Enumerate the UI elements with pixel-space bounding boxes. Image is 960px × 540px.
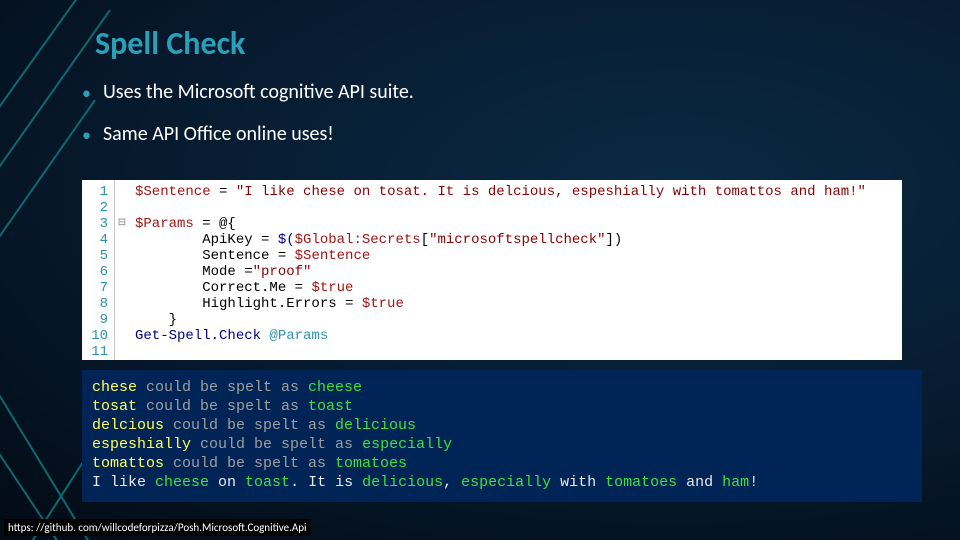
line-number-gutter: 1234567891011 (82, 180, 115, 360)
line-number: 6 (86, 264, 108, 280)
console-line: chese could be spelt as cheese (92, 378, 912, 397)
fold-marker (115, 232, 129, 248)
line-number: 5 (86, 248, 108, 264)
code-line (135, 344, 866, 360)
console-line: tomattos could be spelt as tomatoes (92, 454, 912, 473)
line-number: 10 (86, 328, 108, 344)
fold-marker (115, 280, 129, 296)
fold-marker (115, 296, 129, 312)
line-number: 3 (86, 216, 108, 232)
code-line: $Sentence = "I like chese on tosat. It i… (135, 184, 866, 200)
code-line: Mode ="proof" (135, 264, 866, 280)
code-line (135, 200, 866, 216)
bullet-icon: • (82, 124, 91, 146)
fold-marker (115, 184, 129, 200)
line-number: 7 (86, 280, 108, 296)
fold-marker (115, 328, 129, 344)
footer-link: https: //github. com/willcodeforpizza/Po… (4, 519, 311, 536)
bullet-list: • Uses the Microsoft cognitive API suite… (82, 80, 414, 164)
fold-gutter: ⊟ (115, 180, 129, 360)
line-number: 8 (86, 296, 108, 312)
fold-marker (115, 264, 129, 280)
bullet-text: Uses the Microsoft cognitive API suite. (103, 80, 414, 104)
code-line: Correct.Me = $true (135, 280, 866, 296)
fold-marker: ⊟ (115, 216, 129, 232)
code-line: Get-Spell.Check @Params (135, 328, 866, 344)
line-number: 11 (86, 344, 108, 360)
console-line: tosat could be spelt as toast (92, 397, 912, 416)
bullet-text: Same API Office online uses! (103, 122, 334, 146)
code-line: $Params = @{ (135, 216, 866, 232)
bullet-icon: • (82, 82, 91, 104)
line-number: 2 (86, 200, 108, 216)
code-line: Highlight.Errors = $true (135, 296, 866, 312)
code-editor: 1234567891011 ⊟ $Sentence = "I like ches… (82, 180, 902, 360)
slide: Spell Check • Uses the Microsoft cogniti… (0, 0, 960, 540)
console-line: espeshially could be spelt as especially (92, 435, 912, 454)
console-line: I like cheese on toast. It is delicious,… (92, 473, 912, 492)
fold-marker (115, 312, 129, 328)
console-line: delcious could be spelt as delicious (92, 416, 912, 435)
line-number: 1 (86, 184, 108, 200)
code-line: Sentence = $Sentence (135, 248, 866, 264)
console-output: chese could be spelt as cheesetosat coul… (82, 370, 922, 502)
fold-marker (115, 344, 129, 360)
bullet-item: • Same API Office online uses! (82, 122, 414, 146)
slide-title: Spell Check (95, 24, 245, 63)
fold-marker (115, 248, 129, 264)
bullet-item: • Uses the Microsoft cognitive API suite… (82, 80, 414, 104)
code-line: ApiKey = $($Global:Secrets["microsoftspe… (135, 232, 866, 248)
code-content: $Sentence = "I like chese on tosat. It i… (129, 180, 872, 360)
line-number: 4 (86, 232, 108, 248)
code-line: } (135, 312, 866, 328)
line-number: 9 (86, 312, 108, 328)
fold-marker (115, 200, 129, 216)
